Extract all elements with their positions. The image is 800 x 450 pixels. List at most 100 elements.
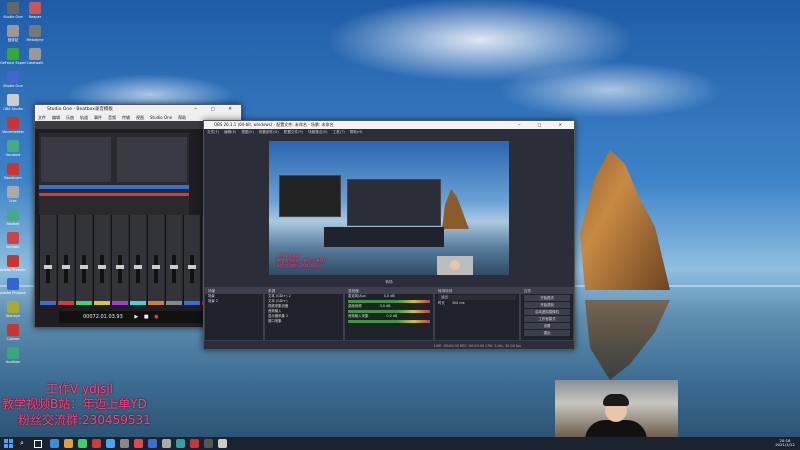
mixer-channel-strip[interactable] — [111, 215, 128, 305]
desktop-icon-label: Vocaloid — [5, 153, 21, 157]
studio-one-menu-item[interactable]: 轨道 — [80, 115, 88, 120]
search-icon[interactable]: ⌕ — [20, 439, 29, 448]
taskbar-app-icon[interactable] — [134, 439, 143, 448]
studio-one-menu-item[interactable]: 编辑 — [52, 115, 60, 120]
studio-one-menu-item[interactable]: 视图 — [136, 115, 144, 120]
studio-one-transport[interactable]: 00072.01.03.93 ▶ ■ ● — [59, 311, 219, 323]
taskbar[interactable]: ⌕ 20:18 2021/1/12 — [0, 437, 800, 450]
record-icon[interactable]: ● — [154, 314, 158, 320]
mixer-channel-strip[interactable] — [165, 215, 182, 305]
studio-one-titlebar[interactable]: Studio One - Beatbox录音模板 ─ □ ✕ — [35, 105, 241, 114]
clock[interactable]: 20:18 2021/1/12 — [772, 439, 798, 447]
obs-menubar[interactable]: 文件(F) 编辑(E) 视图(V) 停靠部件(D) 配置文件(P) 场景集合(S) 工具(T… — [204, 129, 574, 135]
obs-control-button[interactable]: 工作室模式 — [524, 316, 570, 322]
mixer-channel-strip[interactable] — [147, 215, 164, 305]
taskbar-app-icon[interactable] — [120, 439, 129, 448]
channel-fader[interactable] — [152, 255, 160, 283]
obs-titlebar[interactable]: OBS 26.1.1 (64-bit, windows) - 配置文件: 未命名… — [204, 121, 574, 129]
mixer-channel-strip[interactable] — [75, 215, 92, 305]
scene-item[interactable]: 场景 2 — [205, 299, 263, 304]
desktop-icon-label: Audition — [5, 360, 21, 364]
studio-one-menu-item[interactable]: Studio One — [150, 115, 172, 120]
obs-menu-item[interactable]: 工具(T) — [333, 130, 345, 134]
app-icon — [29, 48, 41, 60]
obs-menu-item[interactable]: 文件(F) — [207, 130, 219, 134]
window-controls[interactable]: ─ □ ✕ — [518, 121, 570, 129]
taskbar-app-icon[interactable] — [50, 439, 59, 448]
mixer-channel-strip[interactable] — [183, 215, 200, 305]
obs-control-button[interactable]: 退出 — [524, 330, 570, 336]
volume-meter[interactable] — [348, 300, 430, 303]
studio-one-menu-item[interactable]: 传输 — [122, 115, 130, 120]
obs-menu-item[interactable]: 编辑(E) — [224, 130, 236, 134]
mixer-channel[interactable]: 麦克风/Aux 0.0 dB — [345, 294, 433, 299]
obs-menu-item[interactable]: 视图(V) — [241, 130, 253, 134]
start-icon[interactable] — [4, 439, 13, 448]
mixer-channel-strip[interactable] — [39, 215, 56, 305]
channel-fader[interactable] — [98, 255, 106, 283]
mixer-channel-strip[interactable] — [93, 215, 110, 305]
obs-statusbar: LIVE: 00:00:00 REC: 00:00:00 CPU: 3.4%, … — [204, 343, 574, 349]
source-item[interactable]: 窗口采集 — [265, 319, 343, 324]
studio-one-mixer[interactable] — [39, 215, 219, 305]
mixer-dock[interactable]: 混音器 麦克风/Aux 0.0 dB 桌面音频 0.0 dB 音频输入采集 0.0 dB — [344, 287, 434, 341]
obs-control-button[interactable]: 启动虚拟摄像机 — [524, 309, 570, 315]
taskbar-app-icon[interactable] — [190, 439, 199, 448]
mixer-channel-strip[interactable] — [57, 215, 74, 305]
task-view-icon[interactable] — [34, 440, 42, 448]
app-icon — [7, 48, 19, 60]
scenes-dock[interactable]: 场景 场景 场景 2 — [204, 287, 264, 341]
taskbar-app-icon[interactable] — [162, 439, 171, 448]
play-icon[interactable]: ▶ — [134, 314, 138, 320]
channel-fader[interactable] — [80, 255, 88, 283]
obs-title: OBS 26.1.1 (64-bit, windows) - 配置文件: 未命名… — [214, 122, 334, 127]
obs-menu-item[interactable]: 场景集合(S) — [308, 130, 327, 134]
transition-type[interactable]: 淡出 — [438, 295, 516, 300]
taskbar-app-icon[interactable] — [148, 439, 157, 448]
obs-menu-item[interactable]: 帮助(H) — [350, 130, 363, 134]
obs-control-button[interactable]: 开始录制 — [524, 302, 570, 308]
mixer-channel-name: 音频输入采集 — [348, 314, 369, 318]
studio-one-menu-item[interactable]: 音频 — [108, 115, 116, 120]
sources-dock[interactable]: 来源 文本 (GDI+) 2 文本 (GDI+) 视频采集设备 音频输入 显示器采集 2… — [264, 287, 344, 341]
studio-one-menu-item[interactable]: 事件 — [94, 115, 102, 120]
studio-one-menu-item[interactable]: 乐曲 — [66, 115, 74, 120]
channel-fader[interactable] — [44, 255, 52, 283]
taskbar-app-icon[interactable] — [64, 439, 73, 448]
channel-fader[interactable] — [170, 255, 178, 283]
desktop-icon[interactable]: Audition — [0, 347, 26, 379]
obs-control-button[interactable]: 开始推流 — [524, 295, 570, 301]
desktop-icon-label: Kontakt — [6, 245, 20, 249]
desktop-icon[interactable]: Cakewalk — [22, 48, 48, 80]
channel-fader[interactable] — [116, 255, 124, 283]
taskbar-app-icon[interactable] — [218, 439, 227, 448]
obs-menu-item[interactable]: 停靠部件(D) — [259, 130, 279, 134]
taskbar-app-icon[interactable] — [78, 439, 87, 448]
obs-control-button[interactable]: 设置 — [524, 323, 570, 329]
taskbar-app-icon[interactable] — [92, 439, 101, 448]
studio-one-menu-item[interactable]: 文件 — [38, 115, 46, 120]
channel-fader[interactable] — [134, 255, 142, 283]
mixer-channel-strip[interactable] — [129, 215, 146, 305]
transitions-dock[interactable]: 转场特效 淡出 时长 300 ms — [434, 287, 520, 341]
mixer-channel[interactable]: 桌面音频 0.0 dB — [345, 304, 433, 309]
volume-meter[interactable] — [348, 320, 430, 323]
window-controls[interactable]: ─ □ ✕ — [194, 105, 238, 114]
transition-duration-row[interactable]: 时长 300 ms — [435, 301, 519, 306]
taskbar-app-icon[interactable] — [106, 439, 115, 448]
obs-window[interactable]: OBS 26.1.1 (64-bit, windows) - 配置文件: 未命名… — [203, 120, 575, 350]
studio-one-menu-item[interactable]: 帮助 — [178, 115, 186, 120]
obs-menu-item[interactable]: 配置文件(P) — [284, 130, 303, 134]
volume-meter[interactable] — [348, 310, 430, 313]
taskbar-app-icon[interactable] — [176, 439, 185, 448]
preview-nested-obs — [347, 179, 441, 226]
channel-fader[interactable] — [62, 255, 70, 283]
taskbar-app-icon[interactable] — [204, 439, 213, 448]
obs-preview[interactable]: 工作V ydjsjl 教学视频B站：年迈上单YD 粉丝交流群:230459531 — [269, 141, 509, 275]
stop-icon[interactable]: ■ — [144, 314, 149, 320]
controls-dock[interactable]: 控件 开始推流 开始录制 启动虚拟摄像机 工作室模式 设置 退出 — [520, 287, 574, 341]
desktop-icon-label: Live — [9, 199, 17, 203]
studio-mode-strip[interactable]: 转场 — [204, 279, 574, 285]
channel-fader[interactable] — [188, 255, 196, 283]
mixer-channel[interactable]: 音频输入采集 0.0 dB — [345, 314, 433, 319]
